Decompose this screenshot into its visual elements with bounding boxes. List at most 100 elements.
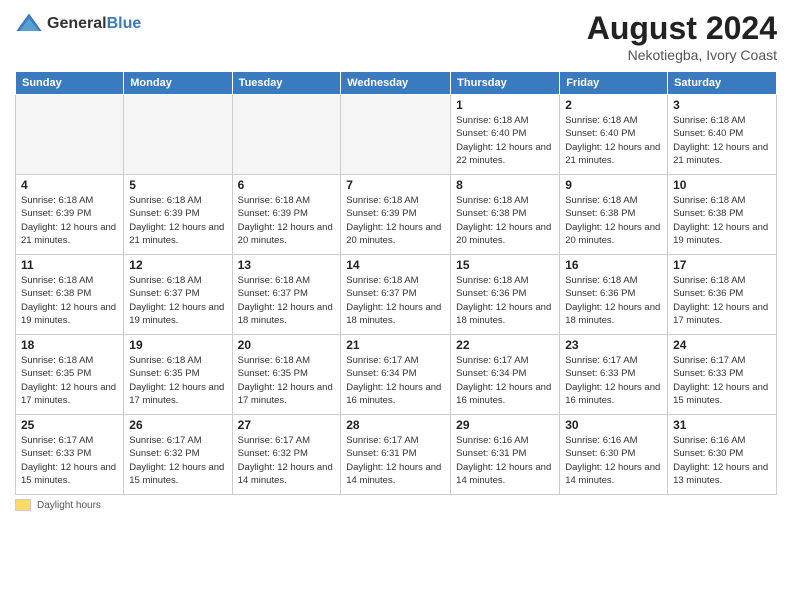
- day-detail: Sunrise: 6:18 AMSunset: 6:39 PMDaylight:…: [238, 194, 336, 247]
- day-detail: Sunrise: 6:18 AMSunset: 6:40 PMDaylight:…: [673, 114, 771, 167]
- table-row: 11 Sunrise: 6:18 AMSunset: 6:38 PMDaylig…: [16, 255, 124, 335]
- header-saturday: Saturday: [668, 72, 777, 95]
- day-detail: Sunrise: 6:17 AMSunset: 6:32 PMDaylight:…: [238, 434, 336, 487]
- day-detail: Sunrise: 6:16 AMSunset: 6:30 PMDaylight:…: [673, 434, 771, 487]
- day-detail: Sunrise: 6:18 AMSunset: 6:35 PMDaylight:…: [238, 354, 336, 407]
- day-detail: Sunrise: 6:18 AMSunset: 6:37 PMDaylight:…: [346, 274, 445, 327]
- day-number: 11: [21, 258, 118, 272]
- day-detail: Sunrise: 6:18 AMSunset: 6:36 PMDaylight:…: [456, 274, 554, 327]
- table-row: 24 Sunrise: 6:17 AMSunset: 6:33 PMDaylig…: [668, 335, 777, 415]
- day-number: 12: [129, 258, 226, 272]
- calendar-week-row: 4 Sunrise: 6:18 AMSunset: 6:39 PMDayligh…: [16, 175, 777, 255]
- day-number: 14: [346, 258, 445, 272]
- day-detail: Sunrise: 6:18 AMSunset: 6:39 PMDaylight:…: [21, 194, 118, 247]
- day-number: 8: [456, 178, 554, 192]
- day-number: 18: [21, 338, 118, 352]
- table-row: 5 Sunrise: 6:18 AMSunset: 6:39 PMDayligh…: [124, 175, 232, 255]
- day-number: 13: [238, 258, 336, 272]
- header-monday: Monday: [124, 72, 232, 95]
- table-row: 2 Sunrise: 6:18 AMSunset: 6:40 PMDayligh…: [560, 95, 668, 175]
- day-number: 7: [346, 178, 445, 192]
- day-number: 5: [129, 178, 226, 192]
- table-row: 20 Sunrise: 6:18 AMSunset: 6:35 PMDaylig…: [232, 335, 341, 415]
- day-number: 15: [456, 258, 554, 272]
- legend-color-swatch: [15, 499, 31, 511]
- day-number: 9: [565, 178, 662, 192]
- day-detail: Sunrise: 6:17 AMSunset: 6:34 PMDaylight:…: [456, 354, 554, 407]
- logo-icon: [15, 10, 43, 38]
- day-detail: Sunrise: 6:18 AMSunset: 6:40 PMDaylight:…: [565, 114, 662, 167]
- day-number: 6: [238, 178, 336, 192]
- table-row: 9 Sunrise: 6:18 AMSunset: 6:38 PMDayligh…: [560, 175, 668, 255]
- day-number: 26: [129, 418, 226, 432]
- day-detail: Sunrise: 6:18 AMSunset: 6:39 PMDaylight:…: [346, 194, 445, 247]
- table-row: 27 Sunrise: 6:17 AMSunset: 6:32 PMDaylig…: [232, 415, 341, 495]
- logo-blue: Blue: [107, 15, 142, 32]
- table-row: 31 Sunrise: 6:16 AMSunset: 6:30 PMDaylig…: [668, 415, 777, 495]
- table-row: 10 Sunrise: 6:18 AMSunset: 6:38 PMDaylig…: [668, 175, 777, 255]
- legend-label: Daylight hours: [37, 500, 101, 511]
- calendar-week-row: 1 Sunrise: 6:18 AMSunset: 6:40 PMDayligh…: [16, 95, 777, 175]
- day-number: 23: [565, 338, 662, 352]
- table-row: 23 Sunrise: 6:17 AMSunset: 6:33 PMDaylig…: [560, 335, 668, 415]
- day-detail: Sunrise: 6:17 AMSunset: 6:33 PMDaylight:…: [673, 354, 771, 407]
- header-sunday: Sunday: [16, 72, 124, 95]
- table-row: 25 Sunrise: 6:17 AMSunset: 6:33 PMDaylig…: [16, 415, 124, 495]
- table-row: 26 Sunrise: 6:17 AMSunset: 6:32 PMDaylig…: [124, 415, 232, 495]
- day-number: 21: [346, 338, 445, 352]
- day-detail: Sunrise: 6:18 AMSunset: 6:38 PMDaylight:…: [673, 194, 771, 247]
- table-row: 19 Sunrise: 6:18 AMSunset: 6:35 PMDaylig…: [124, 335, 232, 415]
- table-row: 16 Sunrise: 6:18 AMSunset: 6:36 PMDaylig…: [560, 255, 668, 335]
- day-number: 10: [673, 178, 771, 192]
- day-number: 31: [673, 418, 771, 432]
- day-number: 27: [238, 418, 336, 432]
- table-row: [16, 95, 124, 175]
- day-detail: Sunrise: 6:17 AMSunset: 6:33 PMDaylight:…: [21, 434, 118, 487]
- table-row: 17 Sunrise: 6:18 AMSunset: 6:36 PMDaylig…: [668, 255, 777, 335]
- day-detail: Sunrise: 6:18 AMSunset: 6:38 PMDaylight:…: [21, 274, 118, 327]
- calendar-week-row: 11 Sunrise: 6:18 AMSunset: 6:38 PMDaylig…: [16, 255, 777, 335]
- main-title: August 2024: [587, 10, 777, 47]
- day-number: 22: [456, 338, 554, 352]
- day-number: 24: [673, 338, 771, 352]
- table-row: 28 Sunrise: 6:17 AMSunset: 6:31 PMDaylig…: [341, 415, 451, 495]
- legend: Daylight hours: [15, 499, 777, 511]
- table-row: 14 Sunrise: 6:18 AMSunset: 6:37 PMDaylig…: [341, 255, 451, 335]
- logo: GeneralBlue: [15, 10, 141, 38]
- logo-general: General: [47, 15, 107, 32]
- day-detail: Sunrise: 6:18 AMSunset: 6:38 PMDaylight:…: [565, 194, 662, 247]
- table-row: 3 Sunrise: 6:18 AMSunset: 6:40 PMDayligh…: [668, 95, 777, 175]
- calendar-header-row: Sunday Monday Tuesday Wednesday Thursday…: [16, 72, 777, 95]
- table-row: 15 Sunrise: 6:18 AMSunset: 6:36 PMDaylig…: [451, 255, 560, 335]
- day-number: 16: [565, 258, 662, 272]
- day-number: 25: [21, 418, 118, 432]
- table-row: 1 Sunrise: 6:18 AMSunset: 6:40 PMDayligh…: [451, 95, 560, 175]
- day-detail: Sunrise: 6:18 AMSunset: 6:35 PMDaylight:…: [21, 354, 118, 407]
- day-detail: Sunrise: 6:18 AMSunset: 6:38 PMDaylight:…: [456, 194, 554, 247]
- day-detail: Sunrise: 6:18 AMSunset: 6:36 PMDaylight:…: [565, 274, 662, 327]
- table-row: 13 Sunrise: 6:18 AMSunset: 6:37 PMDaylig…: [232, 255, 341, 335]
- calendar-table: Sunday Monday Tuesday Wednesday Thursday…: [15, 71, 777, 495]
- table-row: 7 Sunrise: 6:18 AMSunset: 6:39 PMDayligh…: [341, 175, 451, 255]
- header: GeneralBlue August 2024 Nekotiegba, Ivor…: [15, 10, 777, 63]
- day-detail: Sunrise: 6:17 AMSunset: 6:32 PMDaylight:…: [129, 434, 226, 487]
- day-detail: Sunrise: 6:18 AMSunset: 6:39 PMDaylight:…: [129, 194, 226, 247]
- table-row: 12 Sunrise: 6:18 AMSunset: 6:37 PMDaylig…: [124, 255, 232, 335]
- day-detail: Sunrise: 6:17 AMSunset: 6:33 PMDaylight:…: [565, 354, 662, 407]
- table-row: 30 Sunrise: 6:16 AMSunset: 6:30 PMDaylig…: [560, 415, 668, 495]
- table-row: [341, 95, 451, 175]
- day-number: 17: [673, 258, 771, 272]
- day-detail: Sunrise: 6:18 AMSunset: 6:37 PMDaylight:…: [129, 274, 226, 327]
- day-detail: Sunrise: 6:18 AMSunset: 6:37 PMDaylight:…: [238, 274, 336, 327]
- calendar-week-row: 18 Sunrise: 6:18 AMSunset: 6:35 PMDaylig…: [16, 335, 777, 415]
- header-friday: Friday: [560, 72, 668, 95]
- day-number: 4: [21, 178, 118, 192]
- table-row: 18 Sunrise: 6:18 AMSunset: 6:35 PMDaylig…: [16, 335, 124, 415]
- day-number: 3: [673, 98, 771, 112]
- title-block: August 2024 Nekotiegba, Ivory Coast: [587, 10, 777, 63]
- logo-text: GeneralBlue: [47, 15, 141, 33]
- day-number: 29: [456, 418, 554, 432]
- day-detail: Sunrise: 6:17 AMSunset: 6:31 PMDaylight:…: [346, 434, 445, 487]
- subtitle: Nekotiegba, Ivory Coast: [587, 47, 777, 63]
- day-detail: Sunrise: 6:18 AMSunset: 6:40 PMDaylight:…: [456, 114, 554, 167]
